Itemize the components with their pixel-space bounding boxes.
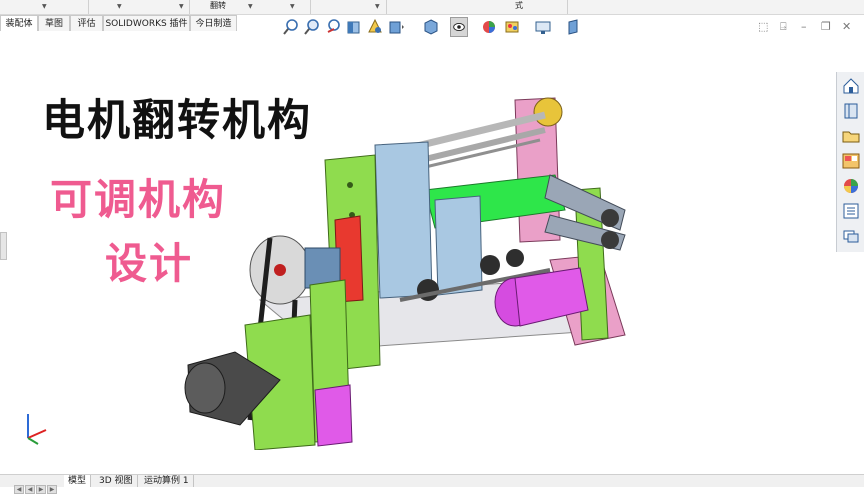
ribbon-group: 式	[387, 0, 568, 14]
next-tab-icon[interactable]: ▶	[36, 485, 46, 494]
gear	[480, 255, 500, 275]
tab-sketch[interactable]: 草图	[38, 15, 70, 31]
tab-evaluate[interactable]: 评估	[70, 15, 103, 31]
view-settings-icon[interactable]	[534, 17, 552, 37]
title-line-3: 设计	[105, 239, 194, 288]
forum-icon[interactable]	[841, 226, 861, 246]
task-pane	[836, 72, 864, 252]
tab-assembly[interactable]: 装配体	[0, 15, 38, 31]
chevron-down-icon[interactable]: ▼	[42, 3, 47, 10]
arm-pivot	[601, 209, 619, 227]
rotate-view-icon[interactable]	[564, 17, 582, 37]
tab-3d-views[interactable]: 3D 视图	[95, 475, 138, 487]
tab-solidworks-addins[interactable]: SOLIDWORKS 插件	[103, 15, 190, 31]
carriage-plate	[434, 195, 483, 296]
expand-icon[interactable]: ⬚	[758, 20, 768, 33]
ribbon-group: ▼ ▼	[89, 0, 190, 14]
ribbon-group: ▼	[311, 0, 387, 14]
chevron-down-icon[interactable]: ▼	[117, 3, 122, 10]
tab-scroll-buttons: ◀ ◀ ▶ ▶	[14, 476, 62, 494]
first-tab-icon[interactable]: ◀	[14, 485, 24, 494]
prev-tab-icon[interactable]: ◀	[25, 485, 35, 494]
center-support-plate	[374, 141, 433, 299]
restore-icon[interactable]: ❐	[821, 20, 831, 33]
view-palette-icon[interactable]	[841, 151, 861, 171]
custom-properties-icon[interactable]	[841, 201, 861, 221]
chevron-down-icon[interactable]: ▼	[290, 3, 295, 10]
previous-view-icon[interactable]	[324, 17, 342, 37]
last-tab-icon[interactable]: ▶	[47, 485, 57, 494]
chevron-down-icon[interactable]: ▼	[248, 3, 253, 10]
section-view-icon[interactable]	[345, 17, 363, 37]
tab-model[interactable]: 模型	[64, 475, 92, 487]
zoom-to-fit-icon[interactable]	[282, 17, 300, 37]
design-library-icon[interactable]	[841, 101, 861, 121]
appearances-icon[interactable]	[841, 176, 861, 196]
tab-make-today[interactable]: 今日制造	[190, 15, 237, 31]
zoom-area-icon[interactable]	[303, 17, 321, 37]
edit-appearance-icon[interactable]	[480, 17, 498, 37]
title-line-2: 可调机构	[50, 175, 227, 224]
command-manager-tabs: 装配体 草图 评估 SOLIDWORKS 插件 今日制造	[0, 15, 245, 32]
feature-manager-collapse-handle[interactable]	[0, 232, 7, 260]
close-icon[interactable]: ✕	[842, 20, 851, 33]
reference-triad-icon	[27, 414, 47, 445]
chevron-down-icon[interactable]: ▼	[179, 3, 184, 10]
ribbon-label: 翻转	[210, 1, 226, 10]
gear	[506, 249, 524, 267]
bottom-tab-bar: ◀ ◀ ▶ ▶ 模型 3D 视图 运动算例 1	[0, 474, 864, 494]
solidworks-resources-icon[interactable]	[841, 76, 861, 96]
tab-motion-study-1[interactable]: 运动算例 1	[140, 475, 194, 487]
ribbon-group: ▼	[0, 0, 89, 14]
ribbon-top-strip: ▼ ▼ ▼ 翻转 ▼ ▼ ▼ 式	[0, 0, 864, 15]
heads-up-view-toolbar	[282, 17, 582, 39]
pin-icon[interactable]: ⍈	[780, 20, 787, 34]
title-line-1: 电机翻转机构	[42, 96, 312, 146]
display-style-icon[interactable]	[422, 17, 440, 37]
hide-show-items-icon[interactable]	[450, 17, 468, 37]
file-explorer-icon[interactable]	[841, 126, 861, 146]
arm-pivot	[601, 231, 619, 249]
chevron-down-icon[interactable]: ▼	[375, 3, 380, 10]
view-orientation-icon[interactable]	[387, 17, 405, 37]
apply-scene-icon[interactable]	[503, 17, 521, 37]
foot-bracket	[314, 384, 353, 447]
rear-pulley	[533, 97, 563, 127]
minimize-icon[interactable]: –	[801, 20, 807, 33]
dynamic-annotation-icon[interactable]	[366, 17, 384, 37]
ribbon-group: 翻转 ▼ ▼	[190, 0, 311, 14]
ribbon-label: 式	[515, 1, 523, 10]
